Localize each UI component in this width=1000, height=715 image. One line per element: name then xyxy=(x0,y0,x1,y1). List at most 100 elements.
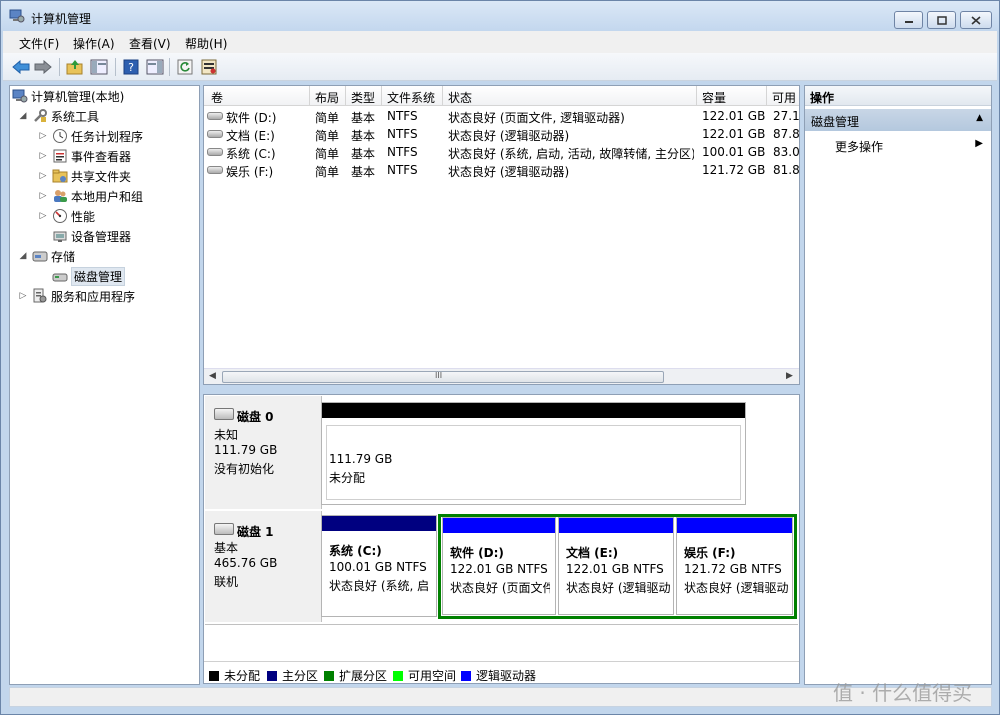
close-button[interactable] xyxy=(960,11,992,29)
disk-size: 465.76 GB xyxy=(214,556,278,570)
submenu-arrow-icon[interactable]: ▶ xyxy=(975,138,983,149)
legend-item: 主分区 xyxy=(267,667,318,684)
forward-button[interactable] xyxy=(33,57,53,77)
tree-item-disk-management[interactable]: 磁盘管理 xyxy=(52,266,126,286)
menu-help[interactable]: 帮助(H) xyxy=(185,35,227,52)
disk-name: 磁盘 0 xyxy=(237,410,274,424)
properties-button[interactable] xyxy=(199,57,219,77)
back-button[interactable] xyxy=(11,57,31,77)
tree-item-event-viewer[interactable]: ▷ 事件查看器 xyxy=(38,147,131,165)
cell-filesystem: NTFS xyxy=(387,163,418,177)
show-hide-tree-button[interactable] xyxy=(89,57,109,77)
tree-item-root[interactable]: 计算机管理(本地) xyxy=(12,87,124,105)
cell-volume: 娱乐 (F:) xyxy=(226,165,274,179)
uninitialized-disk-icon xyxy=(214,408,234,420)
column-header-status[interactable]: 状态 xyxy=(443,89,472,106)
tree-item-system-tools[interactable]: ◢ 系统工具 xyxy=(18,107,99,125)
services-icon xyxy=(33,288,47,303)
help-button[interactable]: ? xyxy=(121,57,141,77)
console-tree-icon xyxy=(90,59,108,75)
legend-item: 扩展分区 xyxy=(324,667,387,684)
table-row[interactable]: 系统 (C:) 简单 基本 NTFS 状态良好 (系统, 启动, 活动, 故障转… xyxy=(204,143,799,161)
table-row[interactable]: 娱乐 (F:) 简单 基本 NTFS 状态良好 (逻辑驱动器) 121.72 G… xyxy=(204,161,799,179)
cell-layout: 简单 xyxy=(315,111,340,125)
cell-type: 基本 xyxy=(351,111,376,125)
tree-item-task-scheduler[interactable]: ▷ 任务计划程序 xyxy=(38,127,143,145)
actions-group-disk-management[interactable]: 磁盘管理 ▲ xyxy=(805,109,991,131)
legend-label: 逻辑驱动器 xyxy=(476,669,537,683)
cell-layout: 简单 xyxy=(315,147,340,161)
partition-c[interactable]: 系统 (C:) 100.01 GB NTFS 状态良好 (系统, 启 xyxy=(321,515,437,617)
disk-0-info[interactable]: 磁盘 0 未知 111.79 GB 没有初始化 xyxy=(205,396,322,509)
tree-item-label: 服务和应用程序 xyxy=(51,289,136,304)
collapse-arrow-icon[interactable]: ◢ xyxy=(18,111,28,121)
maximize-icon xyxy=(936,15,947,25)
partition-f[interactable]: 娱乐 (F:) 121.72 GB NTFS 状态良好 (逻辑驱动 xyxy=(676,517,793,615)
column-header-free[interactable]: 可用 xyxy=(767,89,796,106)
minimize-button[interactable] xyxy=(894,11,923,29)
scrollbar-thumb[interactable]: III xyxy=(222,371,664,383)
column-header-type[interactable]: 类型 xyxy=(346,89,375,106)
partition-d[interactable]: 软件 (D:) 122.01 GB NTFS 状态良好 (页面文件 xyxy=(442,517,556,615)
cell-layout: 简单 xyxy=(315,165,340,179)
column-header-capacity[interactable]: 容量 xyxy=(697,89,726,106)
actions-group-label: 磁盘管理 xyxy=(811,115,860,129)
tree-item-label: 设备管理器 xyxy=(71,229,132,244)
scroll-right-icon[interactable]: ▶ xyxy=(786,371,793,381)
tree-item-label: 任务计划程序 xyxy=(71,129,144,144)
tree-item-shared-folders[interactable]: ▷ 共享文件夹 xyxy=(38,167,131,185)
expand-arrow-icon[interactable]: ▷ xyxy=(38,151,48,161)
table-row[interactable]: 软件 (D:) 简单 基本 NTFS 状态良好 (页面文件, 逻辑驱动器) 12… xyxy=(204,107,799,125)
tree-item-device-manager[interactable]: 设备管理器 xyxy=(52,227,131,245)
close-icon xyxy=(971,15,981,25)
tree-item-local-users[interactable]: ▷ 本地用户和组 xyxy=(38,187,143,205)
legend-swatch xyxy=(324,670,334,681)
collapse-caret-icon[interactable]: ▲ xyxy=(976,113,983,123)
tree-item-services[interactable]: ▷ 服务和应用程序 xyxy=(18,287,135,305)
minimize-icon xyxy=(904,21,913,23)
tree-item-label: 本地用户和组 xyxy=(71,189,144,204)
column-header-layout[interactable]: 布局 xyxy=(310,89,339,106)
device-manager-icon xyxy=(53,231,67,242)
expand-arrow-icon[interactable]: ▷ xyxy=(38,211,48,221)
maximize-button[interactable] xyxy=(927,11,956,29)
partition-title: 系统 (C:) xyxy=(329,544,382,558)
partition-unallocated[interactable]: 111.79 GB 未分配 xyxy=(321,402,746,505)
menu-view[interactable]: 查看(V) xyxy=(129,35,171,52)
show-hide-action-pane-button[interactable] xyxy=(145,57,165,77)
tree-item-label: 共享文件夹 xyxy=(71,169,132,184)
menu-action[interactable]: 操作(A) xyxy=(73,35,115,52)
menu-file[interactable]: 文件(F) xyxy=(19,35,59,52)
disk-1-info[interactable]: 磁盘 1 基本 465.76 GB 联机 xyxy=(205,511,322,622)
expand-arrow-icon[interactable]: ▷ xyxy=(38,191,48,201)
collapse-arrow-icon[interactable]: ◢ xyxy=(18,251,28,261)
table-row[interactable]: 文档 (E:) 简单 基本 NTFS 状态良好 (逻辑驱动器) 122.01 G… xyxy=(204,125,800,143)
up-level-button[interactable] xyxy=(65,57,85,77)
tree-item-label: 计算机管理(本地) xyxy=(31,89,125,104)
expand-arrow-icon[interactable]: ▷ xyxy=(38,131,48,141)
disk-size: 111.79 GB xyxy=(214,443,278,457)
expand-arrow-icon[interactable]: ▷ xyxy=(38,171,48,181)
partition-color-bar xyxy=(443,518,555,533)
partition-e[interactable]: 文档 (E:) 122.01 GB NTFS 状态良好 (逻辑驱动 xyxy=(558,517,674,615)
menu-bar: 文件(F) 操作(A) 查看(V) 帮助(H) xyxy=(3,31,997,53)
tree-item-performance[interactable]: ▷ 性能 xyxy=(38,207,95,225)
tree-item-storage[interactable]: ◢ 存储 xyxy=(18,247,75,265)
column-header-filesystem[interactable]: 文件系统 xyxy=(382,89,435,106)
scroll-left-icon[interactable]: ◀ xyxy=(209,371,216,381)
cell-capacity: 122.01 GB xyxy=(702,109,766,123)
expand-arrow-icon[interactable]: ▷ xyxy=(18,291,28,301)
disk-graphical-view: 磁盘 0 未知 111.79 GB 没有初始化 111.79 GB 未分配 磁盘… xyxy=(203,394,800,684)
action-pane-icon xyxy=(146,59,164,75)
help-icon: ? xyxy=(123,59,139,75)
clock-icon xyxy=(53,129,67,143)
more-actions-link[interactable]: 更多操作 xyxy=(835,138,883,155)
refresh-button[interactable] xyxy=(175,57,195,77)
partition-size: 100.01 GB NTFS xyxy=(329,560,427,574)
column-header-volume[interactable]: 卷 xyxy=(206,89,223,106)
cell-free: 87.8 xyxy=(773,127,800,141)
partition-status: 状态良好 (页面文件 xyxy=(450,581,550,595)
horizontal-scrollbar[interactable]: ◀ III ▶ xyxy=(204,368,799,384)
tree-item-label: 系统工具 xyxy=(51,109,100,124)
cell-type: 基本 xyxy=(351,147,376,161)
